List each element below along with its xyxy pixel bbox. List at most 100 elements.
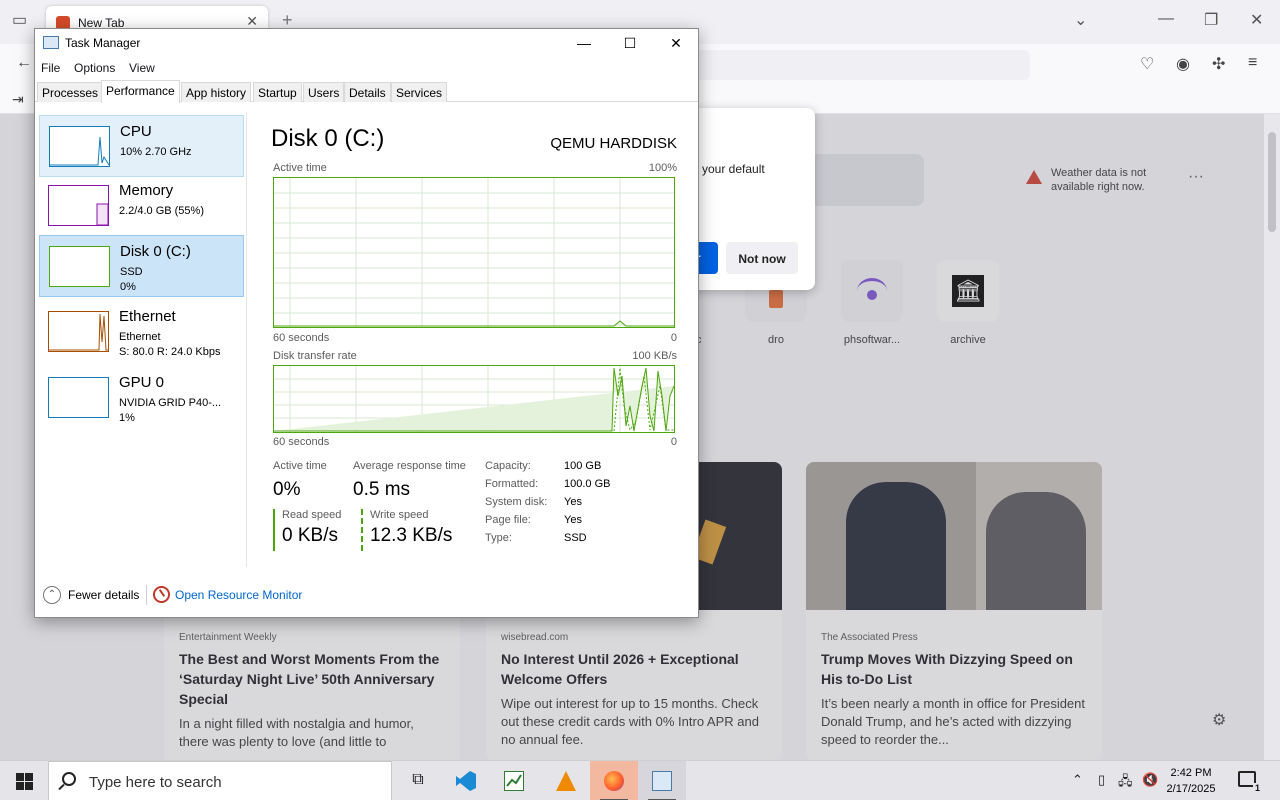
property-key: Capacity: — [485, 460, 531, 472]
tab-details[interactable]: Details — [344, 82, 391, 102]
tab-users[interactable]: Users — [303, 82, 345, 102]
network-icon[interactable]: 🖧 — [1118, 772, 1133, 794]
chevron-down-icon[interactable]: ⌄ — [1074, 10, 1087, 30]
sidebar-item-detail: 10% 2.70 GHz — [120, 146, 192, 158]
sidebar-item-name: GPU 0 — [119, 374, 165, 391]
property-value: 100.0 GB — [564, 478, 611, 490]
close-icon[interactable]: ✕ — [1250, 10, 1263, 30]
device-icon[interactable]: ▯ — [1098, 772, 1105, 788]
taskbar-charts-app[interactable] — [490, 761, 538, 800]
property-key: Page file: — [485, 514, 531, 526]
taskbar-search-box[interactable]: Type here to search — [48, 761, 392, 800]
disk-details-panel: Disk 0 (C:) QEMU HARDDISK Active time 10… — [271, 113, 677, 567]
clock-time: 2:42 PM — [1170, 767, 1212, 779]
sidebar-item-cpu[interactable]: CPU 10% 2.70 GHz — [39, 115, 244, 177]
not-now-button[interactable]: Not now — [726, 242, 798, 274]
taskbar-task-manager[interactable] — [638, 761, 686, 800]
cpu-mini-graph — [49, 126, 110, 167]
task-manager-icon — [43, 36, 59, 49]
minimize-icon[interactable]: — — [1158, 10, 1174, 28]
taskbar-vscode[interactable] — [442, 761, 490, 800]
scrollbar[interactable] — [1264, 114, 1280, 760]
pocket-icon[interactable]: ♡ — [1140, 54, 1154, 74]
tab-services[interactable]: Services — [391, 82, 448, 102]
sidebar-item-name: CPU — [120, 123, 152, 140]
chart-app-icon — [504, 771, 524, 791]
menu-file[interactable]: File — [41, 61, 60, 75]
title-bar[interactable]: Task Manager — ☐ ✕ — [35, 29, 698, 57]
taskbar-vlc[interactable] — [542, 761, 590, 800]
sidebar-item-ethernet[interactable]: Ethernet Ethernet S: 80.0 R: 24.0 Kbps — [39, 301, 244, 363]
tab-app-history[interactable]: App history — [181, 82, 252, 102]
active-time-graph — [273, 177, 675, 328]
graph-min-label: 0 — [670, 332, 677, 344]
task-manager-icon — [652, 771, 672, 791]
menu-options[interactable]: Options — [74, 61, 115, 75]
avg-response-value: 0.5 ms — [353, 479, 411, 500]
property-value: 100 GB — [564, 460, 602, 472]
sidebar-item-detail: SSD 0% — [120, 266, 143, 293]
open-resource-monitor-link[interactable]: Open Resource Monitor — [175, 588, 302, 602]
account-icon[interactable]: ◉ — [1176, 54, 1190, 74]
sidebar-item-name: Ethernet — [119, 308, 176, 325]
tab-startup[interactable]: Startup — [253, 82, 302, 102]
graph-max-label: 100 KB/s — [632, 350, 677, 362]
volume-muted-icon[interactable]: 🔇 — [1142, 772, 1158, 788]
graph-min-label: 0 — [670, 436, 677, 448]
restore-icon[interactable]: ❐ — [1204, 10, 1218, 30]
task-manager-window: Task Manager — ☐ ✕ File Options View Pro… — [34, 28, 699, 618]
sidebar-item-detail: NVIDIA GRID P40-... 1% — [119, 397, 222, 424]
fewer-details-link[interactable]: Fewer details — [68, 588, 139, 602]
active-time-value: 0% — [273, 479, 301, 500]
import-bookmarks-icon[interactable]: ⇥ — [12, 91, 24, 108]
back-icon[interactable]: ← — [16, 54, 32, 72]
taskbar-firefox[interactable] — [590, 761, 638, 800]
sidebar-item-memory[interactable]: Memory 2.2/4.0 GB (55%) — [39, 175, 244, 237]
gpu-mini-graph — [48, 377, 109, 418]
tab-performance[interactable]: Performance — [101, 80, 180, 103]
extensions-icon[interactable]: ✣ — [1212, 54, 1225, 74]
read-speed-label: Read speed — [282, 509, 342, 521]
chevron-up-icon[interactable]: ⌃ — [43, 586, 61, 604]
minimize-icon[interactable]: — — [561, 29, 607, 57]
notification-icon[interactable]: 1 — [1238, 771, 1262, 793]
graph-label: Disk transfer rate — [273, 350, 357, 362]
graph-gridlines — [274, 178, 674, 327]
transfer-rate-graph — [273, 365, 675, 433]
sidebar-item-detail: Ethernet S: 80.0 R: 24.0 Kbps — [119, 331, 221, 358]
memory-mini-graph — [48, 185, 109, 226]
gear-icon[interactable]: ⚙ — [1212, 710, 1226, 730]
property-value: Yes — [564, 514, 582, 526]
write-speed-label: Write speed — [370, 509, 429, 521]
cpu-mini-graph-line — [50, 136, 110, 166]
tab-processes[interactable]: Processes — [37, 82, 104, 102]
search-placeholder: Type here to search — [89, 774, 222, 791]
windows-logo-icon — [16, 773, 24, 781]
window-title: Task Manager — [65, 36, 141, 50]
tab-list-icon[interactable]: ▭ — [12, 10, 27, 30]
vscode-icon — [456, 771, 476, 791]
write-speed-value: 12.3 KB/s — [370, 525, 453, 546]
sidebar-item-gpu-0[interactable]: GPU 0 NVIDIA GRID P40-... 1% — [39, 367, 244, 429]
tab-strip: Processes Performance App history Startu… — [35, 80, 698, 103]
vlc-icon — [556, 771, 576, 791]
task-view-icon: ⧉ — [412, 771, 424, 788]
task-view-button[interactable]: ⧉ — [394, 761, 442, 800]
menu-view[interactable]: View — [129, 61, 155, 75]
footer: ⌃ Fewer details Open Resource Monitor — [35, 579, 698, 617]
clock[interactable]: 2:42 PM 2/17/2025 — [1160, 765, 1222, 797]
graph-time-label: 60 seconds — [273, 436, 330, 448]
disk-model: QEMU HARDDISK — [550, 135, 677, 152]
performance-sidebar: CPU 10% 2.70 GHz Memory 2.2/4.0 GB (55%)… — [39, 113, 247, 567]
read-speed-stat: Read speed 0 KB/s — [273, 509, 341, 551]
chevron-up-icon[interactable]: ⌃ — [1072, 772, 1083, 788]
sidebar-item-disk-0[interactable]: Disk 0 (C:) SSD 0% — [39, 235, 244, 297]
start-button[interactable] — [0, 761, 48, 800]
menu-icon[interactable]: ≡ — [1248, 54, 1257, 72]
close-icon[interactable]: ✕ — [653, 29, 699, 57]
graph-max-label: 100% — [648, 162, 677, 174]
maximize-icon[interactable]: ☐ — [607, 29, 653, 57]
sidebar-item-name: Disk 0 (C:) — [120, 243, 191, 260]
scrollbar-thumb[interactable] — [1268, 132, 1276, 232]
ethernet-mini-graph-line — [49, 313, 108, 351]
